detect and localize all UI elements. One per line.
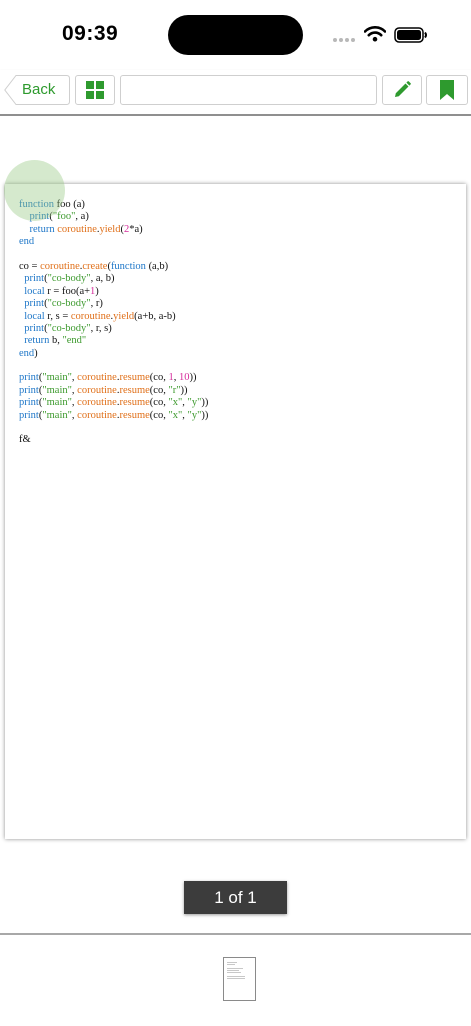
code-line: return coroutine.yield(2*a)	[29, 223, 143, 235]
back-button[interactable]: Back	[4, 75, 70, 105]
thumbnail-grid-button[interactable]	[75, 75, 115, 105]
code-line: end	[19, 236, 35, 248]
dynamic-island	[168, 15, 303, 55]
bookmark-icon	[440, 80, 454, 100]
page-indicator: 1 of 1	[184, 881, 287, 914]
code-line: print("main", coroutine.resume(co, "x", …	[19, 397, 209, 409]
back-label: Back	[22, 81, 56, 98]
code-line: local r, s = coroutine.yield(a+b, a-b)	[24, 310, 176, 322]
grid-icon	[86, 81, 104, 99]
touch-indicator	[4, 160, 65, 221]
status-bar: 09:39	[0, 0, 471, 70]
page-thumbnail[interactable]	[223, 957, 256, 1001]
battery-icon	[394, 27, 427, 43]
thumbnail-strip	[0, 933, 471, 1026]
code-line: print("main", coroutine.resume(co, "r"))	[19, 384, 188, 396]
code-line: print("co-body", r, s)	[24, 322, 112, 334]
edit-button[interactable]	[382, 75, 422, 105]
code-line: local r = foo(a+1)	[24, 285, 99, 297]
code-content: function foo (a) print("foo", a) return …	[19, 199, 208, 447]
code-line: print("co-body", r)	[24, 298, 103, 310]
code-line: return b, "end"	[24, 335, 87, 347]
cellular-signal-icon	[333, 38, 355, 42]
code-line: f&	[19, 434, 31, 446]
pencil-icon	[395, 81, 411, 97]
code-line: print("co-body", a, b)	[24, 273, 115, 285]
document-title-field[interactable]	[120, 75, 377, 105]
bookmark-button[interactable]	[426, 75, 468, 105]
code-line: end)	[19, 347, 38, 359]
code-line: co = coroutine.create(function (a,b)	[19, 260, 169, 272]
document-toolbar: Back	[0, 70, 471, 116]
code-line: print("main", coroutine.resume(co, "x", …	[19, 409, 209, 421]
document-viewer[interactable]: function foo (a) print("foo", a) return …	[0, 116, 471, 934]
status-time: 09:39	[62, 22, 119, 45]
wifi-icon	[364, 26, 386, 42]
document-page: function foo (a) print("foo", a) return …	[5, 184, 466, 839]
code-line: print("main", coroutine.resume(co, 1, 10…	[19, 372, 197, 384]
